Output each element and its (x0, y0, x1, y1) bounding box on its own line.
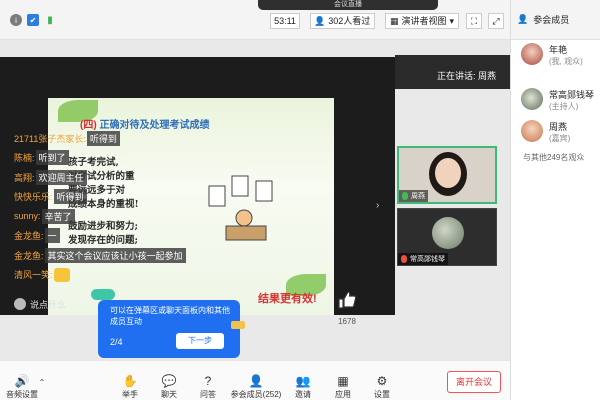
avatar (521, 120, 543, 142)
chevron-down-icon: ▾ (449, 16, 455, 26)
tooltip-text: 可以在弹幕区或聊天面板内和其他成员互动 (110, 306, 230, 326)
members-icon: 👤 (517, 14, 529, 24)
panel-title: 参会成员 (533, 15, 570, 25)
avatar (521, 88, 543, 110)
apps-button[interactable]: ▦ 应用 (323, 373, 363, 400)
member-item[interactable]: 常高郧钱琴 (主持人) (521, 88, 600, 112)
viewers-label: 302人看过 (328, 16, 371, 26)
member-item[interactable]: 年艳 (我, 观众) (521, 43, 600, 67)
speaking-indicator: 正在讲话: 周燕 (395, 55, 510, 89)
slide-heading: (四) 正确对待及处理考试成绩 (80, 120, 210, 131)
chat-input-placeholder: 说点什么 (30, 299, 67, 310)
members-icon: 👤 (248, 374, 264, 388)
slide-illustration (208, 175, 273, 241)
chat-message: 陈楠: 听到了 (14, 150, 189, 165)
qa-button[interactable]: ? 问答 (188, 373, 228, 400)
avatar (521, 43, 543, 65)
chat-message: sunny: 辛苦了 (14, 208, 189, 224)
qa-icon: ? (204, 374, 212, 388)
chevron-up-icon[interactable]: ⌃ (35, 378, 49, 387)
chat-icon: 💬 (161, 374, 177, 388)
emoji-icon[interactable] (14, 298, 26, 310)
grid-icon: ▦ (390, 16, 399, 26)
tooltip-decoration (231, 321, 245, 329)
invite-button[interactable]: 👥 邀请 (283, 373, 323, 400)
tile-label: 常高郧钱琴 (398, 253, 448, 265)
thumbs-up-icon (338, 291, 357, 309)
settings-button[interactable]: ⚙ 设置 (362, 373, 402, 400)
panel-header: 👤 参会成员 (511, 0, 600, 40)
leave-meeting-button[interactable]: 离开会议 (447, 371, 501, 393)
apps-icon: ▦ (337, 374, 349, 388)
like-count: 1678 (338, 317, 356, 326)
chat-message: 快快乐乐: 听得到 (14, 189, 189, 204)
tooltip-step: 2/4 (110, 337, 123, 347)
tile-label: 周燕 (399, 190, 428, 202)
participant-video (435, 158, 461, 188)
mic-muted-icon (401, 255, 407, 263)
bottom-toolbar: 🔊 音频设置 ⌃ ✋ 举手 💬 聊天 ? 问答 👤 参会成员(252) 👥 邀请… (0, 360, 510, 400)
avatar (432, 217, 464, 249)
signal-icon[interactable]: ▮ (44, 14, 56, 26)
members-panel: 👤 参会成员 年艳 (我, 观众) 常高郧钱琴 (主持人) 周燕 (嘉宾) 与其… (510, 0, 600, 400)
chat-overlay: 21711张子杰家长: 听得到 陈楠: 听到了 高翔: 欢迎周主任 快快乐乐: 听得到 … (14, 130, 189, 287)
meeting-timer: 53:11 (270, 13, 300, 29)
like-button[interactable] (336, 290, 358, 312)
chat-message: 金龙鱼: 一 (14, 228, 189, 243)
top-bar: i ✔ ▮ 会议直播 53:11 👤 302人看过 ▦ 演讲者视图 ▾ ⛶ ⤢ (0, 0, 510, 40)
hand-icon: ✋ (122, 374, 138, 388)
video-tile[interactable]: 常高郧钱琴 (397, 208, 497, 266)
shield-icon[interactable]: ✔ (27, 14, 39, 26)
chat-button[interactable]: 💬 聊天 (149, 373, 189, 400)
chat-message: 高翔: 欢迎周主任 (14, 169, 189, 185)
member-item[interactable]: 周燕 (嘉宾) (521, 120, 600, 144)
view-mode-label: 演讲者视图 (401, 16, 447, 26)
meeting-title: 会议直播 (258, 0, 438, 10)
person-icon: 👤 (314, 16, 326, 26)
next-step-button[interactable]: 下一步 (176, 333, 224, 349)
settings-icon: ⚙ (376, 374, 388, 388)
chat-bubble-icon (91, 289, 115, 300)
chat-message: 21711张子杰家长: 听得到 (14, 130, 189, 146)
expand-icon[interactable]: ⤢ (488, 13, 504, 29)
viewers-count[interactable]: 👤 302人看过 (310, 13, 376, 29)
other-viewers-count[interactable]: 与其他249名观众 (523, 152, 584, 163)
chat-message: 清风一笑: (14, 267, 189, 282)
thumbs-up-icon (53, 267, 70, 282)
video-tile[interactable]: 周燕 (397, 146, 497, 204)
slide-banner: 结果更有效! (258, 293, 317, 305)
mic-icon (402, 192, 408, 200)
view-mode-select[interactable]: ▦ 演讲者视图 ▾ (385, 13, 460, 29)
invite-icon: 👥 (295, 374, 311, 388)
onboarding-tooltip: 可以在弹幕区或聊天面板内和其他成员互动 2/4 下一步 (98, 300, 240, 358)
chat-input[interactable]: 说点什么 (14, 297, 94, 311)
fullscreen-icon[interactable]: ⛶ (466, 13, 482, 29)
chevron-right-icon[interactable]: › (376, 200, 386, 214)
chat-message: 金龙鱼: 其实这个会议应该让小孩一起参加 (14, 247, 189, 263)
members-button[interactable]: 👤 参会成员(252) (228, 373, 284, 400)
info-icon[interactable]: i (10, 14, 22, 26)
raise-hand-button[interactable]: ✋ 举手 (110, 373, 150, 400)
